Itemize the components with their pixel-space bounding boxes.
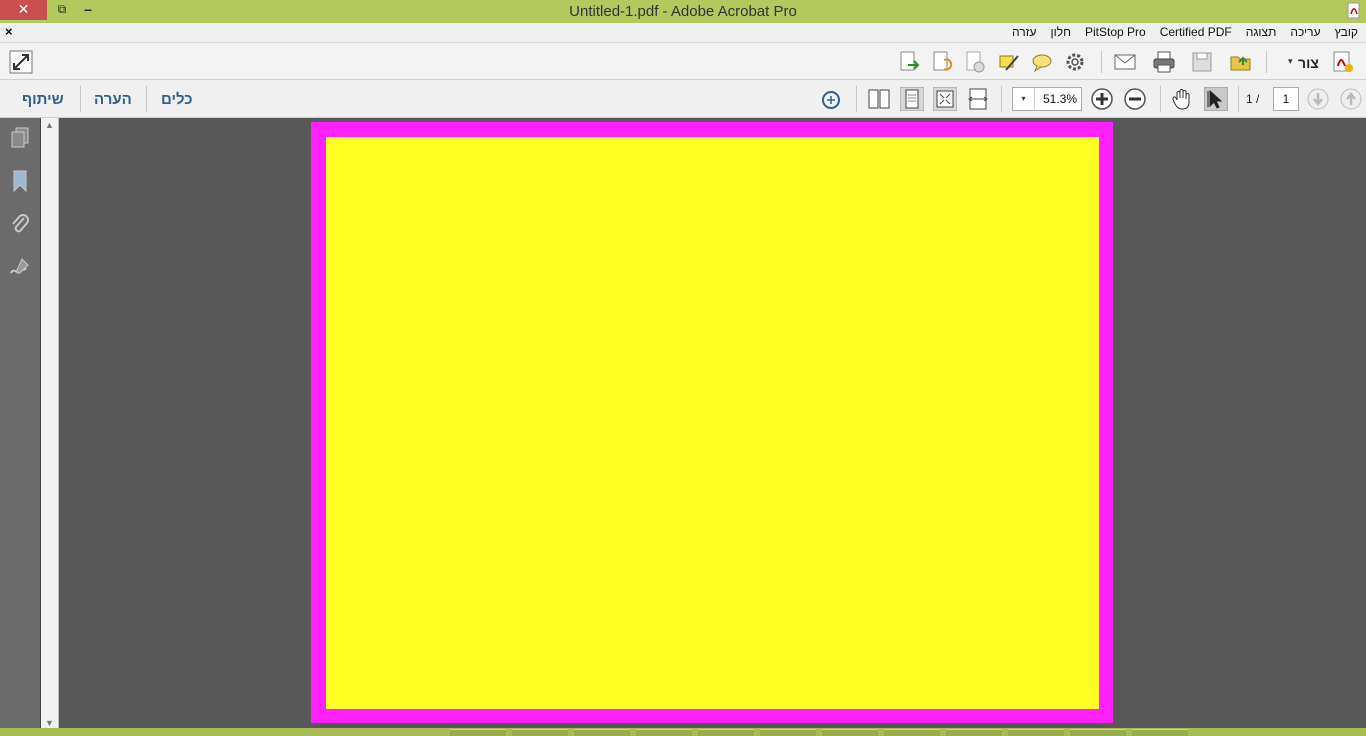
create-pdf-icon[interactable] [1331, 50, 1355, 74]
single-page-view-icon[interactable] [900, 87, 924, 111]
toolbar-separator [1101, 51, 1102, 73]
zoom-out-icon[interactable] [1123, 87, 1147, 111]
fit-width-icon[interactable] [966, 87, 990, 111]
full-screen-icon[interactable] [9, 50, 33, 74]
tools-pane-link[interactable]: כלים [161, 91, 193, 108]
title-bar: ✕ ⧉ – Untitled-1.pdf - Adobe Acrobat Pro [0, 0, 1366, 23]
toolbar-separator [1160, 86, 1161, 112]
rotate-page-icon[interactable] [930, 50, 954, 74]
taskbar-item[interactable] [574, 729, 630, 736]
save-icon[interactable] [1190, 50, 1214, 74]
toolbar-separator [80, 86, 81, 112]
fit-page-icon[interactable] [933, 87, 957, 111]
toolbar-separator [1238, 86, 1239, 112]
delete-page-icon[interactable] [963, 50, 987, 74]
main-toolbar: ▾ צור [0, 43, 1366, 80]
menu-items: קובץ עריכה תצוגה Certified PDF PitStop P… [1012, 25, 1358, 39]
comment-pane-link[interactable]: הערה [94, 91, 132, 108]
signatures-icon[interactable] [8, 255, 32, 279]
share-pane-link[interactable]: שיתוף [22, 91, 64, 108]
close-document-button[interactable]: × [5, 24, 13, 39]
page-count: 1 / [1246, 92, 1260, 106]
zoom-in-icon[interactable] [1090, 87, 1114, 111]
two-page-view-icon[interactable] [867, 87, 891, 111]
page-thumbnails-icon[interactable] [8, 126, 32, 150]
taskbar-item[interactable] [636, 729, 692, 736]
select-tool-icon[interactable] [1204, 87, 1228, 111]
bookmarks-icon[interactable] [8, 169, 32, 193]
taskbar-item[interactable] [1008, 729, 1064, 736]
previous-page-icon[interactable] [1339, 87, 1363, 111]
page-number-field[interactable]: 1 [1273, 87, 1299, 111]
toolbar-separator [146, 86, 147, 112]
attachments-icon[interactable] [8, 212, 32, 236]
taskbar-item[interactable] [1132, 729, 1188, 736]
taskbar-item[interactable] [946, 729, 1002, 736]
acrobat-app-icon [1347, 2, 1360, 19]
pdf-page[interactable] [311, 122, 1113, 723]
create-dropdown-arrow[interactable]: ▾ [1288, 56, 1293, 67]
comment-icon[interactable] [1030, 50, 1054, 74]
toolbar-separator [1001, 86, 1002, 112]
menu-file[interactable]: קובץ [1335, 25, 1358, 39]
next-page-icon[interactable] [1306, 87, 1330, 111]
scroll-up-arrow[interactable]: ▲ [45, 120, 54, 130]
highlight-text-icon[interactable] [997, 50, 1021, 74]
taskbar-item[interactable] [884, 729, 940, 736]
zoom-dropdown-arrow[interactable]: ▾ [1013, 88, 1035, 110]
menu-view[interactable]: תצוגה [1246, 25, 1277, 39]
taskbar [0, 728, 1366, 736]
toolbar-separator [1266, 51, 1267, 73]
taskbar-item[interactable] [822, 729, 878, 736]
open-folder-icon[interactable] [1229, 50, 1253, 74]
create-button[interactable]: צור [1298, 55, 1319, 71]
taskbar-item[interactable] [450, 729, 506, 736]
taskbar-item[interactable] [760, 729, 816, 736]
taskbar-item[interactable] [1070, 729, 1126, 736]
window-title: Untitled-1.pdf - Adobe Acrobat Pro [569, 3, 797, 20]
zoom-combobox[interactable]: ▾ 51.3% [1012, 87, 1082, 111]
menu-window[interactable]: חלון [1051, 25, 1072, 39]
pdf-page-content [326, 137, 1099, 709]
gear-icon[interactable] [1063, 50, 1087, 74]
email-icon[interactable] [1113, 50, 1137, 74]
navigation-toolbar: שיתוף הערה כלים ▾ 51.3% 1 / 1 [0, 80, 1366, 118]
menu-pitstop-pro[interactable]: PitStop Pro [1085, 25, 1146, 39]
menu-bar: × קובץ עריכה תצוגה Certified PDF PitStop… [0, 23, 1366, 43]
taskbar-item[interactable] [698, 729, 754, 736]
insert-page-icon[interactable] [897, 50, 921, 74]
hand-tool-icon[interactable] [1170, 87, 1194, 111]
taskbar-item[interactable] [512, 729, 568, 736]
vertical-scrollbar[interactable]: ▲ ▼ [41, 118, 59, 730]
toolbar-separator [856, 86, 857, 112]
scroll-down-arrow[interactable]: ▼ [45, 718, 54, 728]
menu-help[interactable]: עזרה [1012, 25, 1037, 39]
menu-certified-pdf[interactable]: Certified PDF [1160, 25, 1232, 39]
navigation-pane [0, 118, 41, 730]
print-icon[interactable] [1152, 50, 1176, 74]
zoom-value[interactable]: 51.3% [1043, 92, 1077, 106]
menu-edit[interactable]: עריכה [1290, 25, 1320, 39]
read-mode-icon[interactable] [819, 87, 843, 111]
